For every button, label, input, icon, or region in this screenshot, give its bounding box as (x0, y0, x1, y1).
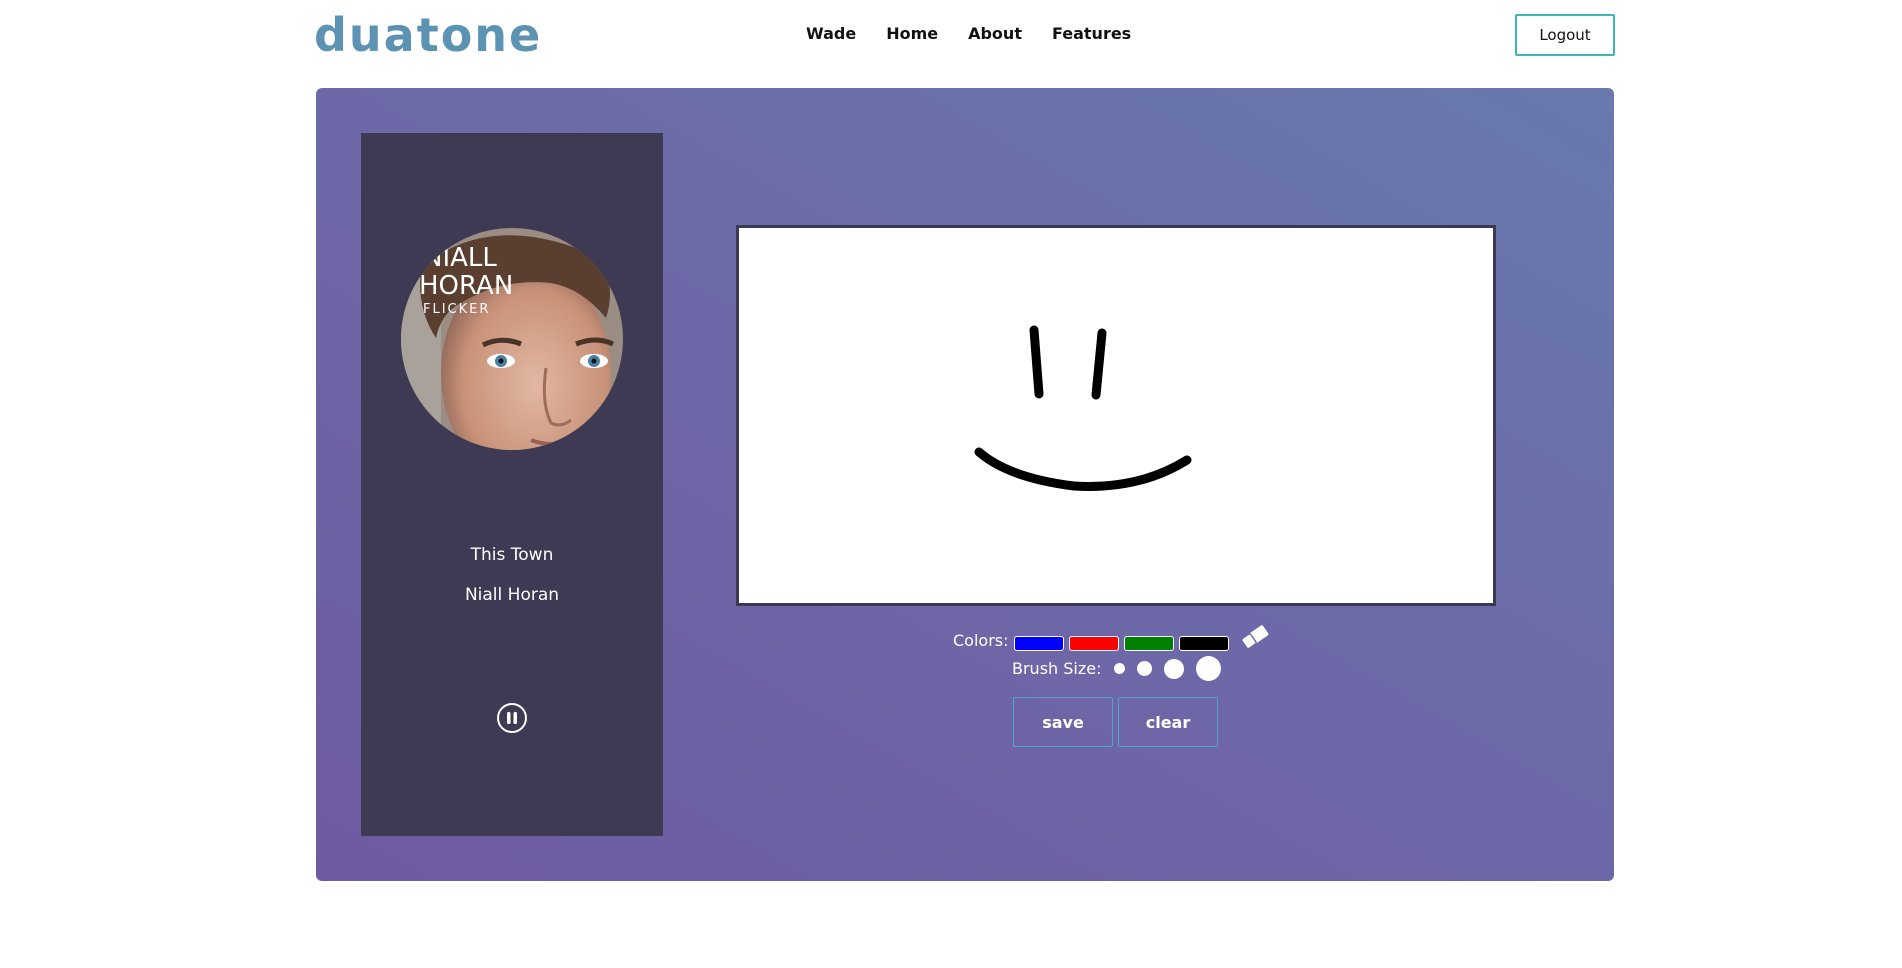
album-title-line-2: HORAN (419, 271, 513, 301)
nav-item-wade[interactable]: Wade (806, 24, 856, 43)
song-title: This Town (470, 545, 554, 565)
save-button[interactable]: save (1013, 697, 1113, 747)
brush-size-large[interactable] (1163, 658, 1184, 679)
color-swatch-green[interactable] (1123, 635, 1174, 651)
album-art: NIALL HORAN FLICKER (401, 228, 623, 450)
brand-logo[interactable]: duatone (314, 8, 542, 62)
nav-item-about[interactable]: About (968, 24, 1022, 43)
clear-button[interactable]: clear (1118, 697, 1218, 747)
pause-icon[interactable] (496, 702, 528, 734)
logout-button[interactable]: Logout (1515, 14, 1615, 56)
main-panel: NIALL HORAN FLICKER This Town Niall Hora… (316, 88, 1614, 881)
drawing-canvas[interactable] (736, 225, 1496, 606)
main-nav: Wade Home About Features (806, 24, 1131, 43)
nav-item-home[interactable]: Home (886, 24, 938, 43)
color-picker: Colors: (953, 625, 1271, 652)
brush-size-small[interactable] (1113, 663, 1125, 674)
brush-size-xlarge[interactable] (1195, 656, 1221, 681)
artist-name: Niall Horan (464, 585, 560, 605)
album-title-line-1: NIALL (423, 243, 497, 273)
brush-size-label: Brush Size: (1012, 659, 1102, 678)
music-player: NIALL HORAN FLICKER This Town Niall Hora… (361, 133, 663, 836)
color-swatch-black[interactable] (1178, 635, 1229, 651)
color-swatch-red[interactable] (1068, 635, 1119, 651)
album-title-line-3: FLICKER (423, 302, 490, 317)
colors-label: Colors: (953, 630, 1009, 650)
eraser-icon[interactable] (1239, 622, 1271, 652)
brush-size-picker: Brush Size: (1012, 656, 1221, 681)
color-swatch-blue[interactable] (1013, 635, 1064, 651)
nav-item-features[interactable]: Features (1052, 24, 1131, 43)
brush-size-medium[interactable] (1136, 661, 1152, 676)
